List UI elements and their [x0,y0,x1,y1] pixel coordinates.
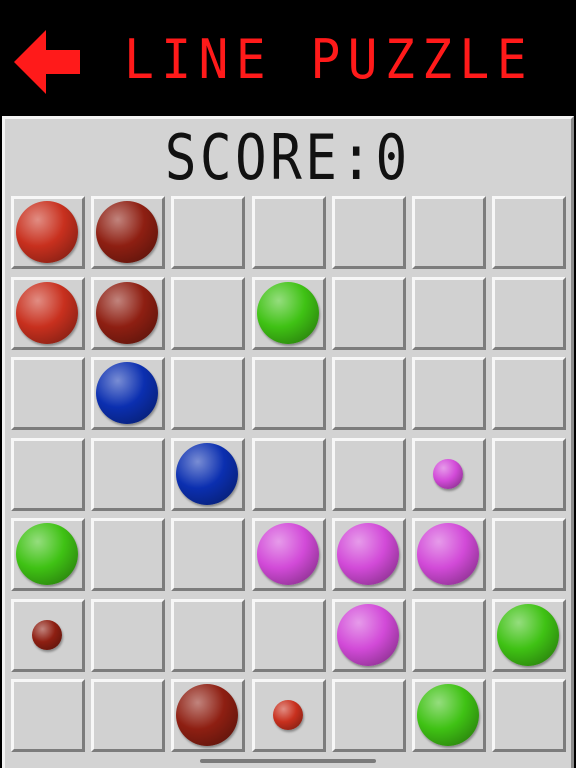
grid-cell-6-1[interactable] [91,679,165,752]
grid-cell-1-1[interactable] [91,277,165,350]
grid-cell-1-0[interactable] [11,277,85,350]
grid-cell-0-5[interactable] [412,196,486,269]
grid-cell-3-3[interactable] [252,438,326,511]
grid-cell-4-1[interactable] [91,518,165,591]
green-ball[interactable] [16,523,78,585]
grid-cell-2-3[interactable] [252,357,326,430]
grid-cell-4-5[interactable] [412,518,486,591]
grid-cell-4-6[interactable] [492,518,566,591]
score-text: SCORE:0 [165,120,411,194]
home-indicator [200,759,376,763]
grid-cell-4-3[interactable] [252,518,326,591]
darkred-ball[interactable] [96,282,158,344]
green-ball[interactable] [257,282,319,344]
grid-cell-6-3[interactable] [252,679,326,752]
grid-cell-0-1[interactable] [91,196,165,269]
grid-cell-6-4[interactable] [332,679,406,752]
grid-cell-0-2[interactable] [171,196,245,269]
grid-cell-1-5[interactable] [412,277,486,350]
darkred-ball[interactable] [176,684,238,746]
red-ball[interactable] [16,201,78,263]
grid-cell-6-2[interactable] [171,679,245,752]
grid-cell-1-2[interactable] [171,277,245,350]
purple-ball[interactable] [433,459,463,489]
blue-ball[interactable] [96,362,158,424]
grid-cell-5-2[interactable] [171,599,245,672]
grid-cell-0-6[interactable] [492,196,566,269]
grid-cell-3-1[interactable] [91,438,165,511]
grid-cell-2-1[interactable] [91,357,165,430]
header-bar: LINE PUZZLE [0,0,576,116]
grid-cell-2-4[interactable] [332,357,406,430]
grid-cell-1-3[interactable] [252,277,326,350]
grid-cell-3-4[interactable] [332,438,406,511]
grid-cell-0-4[interactable] [332,196,406,269]
purple-ball[interactable] [337,604,399,666]
green-ball[interactable] [417,684,479,746]
grid-cell-3-2[interactable] [171,438,245,511]
grid-cell-3-5[interactable] [412,438,486,511]
grid-cell-5-4[interactable] [332,599,406,672]
grid-cell-5-1[interactable] [91,599,165,672]
arrow-left-icon [14,30,80,94]
blue-ball[interactable] [176,443,238,505]
grid-cell-0-3[interactable] [252,196,326,269]
grid-cell-1-6[interactable] [492,277,566,350]
darkred-ball[interactable] [96,201,158,263]
purple-ball[interactable] [417,523,479,585]
red-ball[interactable] [16,282,78,344]
grid-cell-6-6[interactable] [492,679,566,752]
red-ball[interactable] [273,700,303,730]
grid-cell-2-0[interactable] [11,357,85,430]
grid-cell-2-2[interactable] [171,357,245,430]
grid-cell-3-6[interactable] [492,438,566,511]
page-title: LINE PUZZLE [124,28,534,91]
grid-cell-5-5[interactable] [412,599,486,672]
grid-cell-3-0[interactable] [11,438,85,511]
grid-cell-5-3[interactable] [252,599,326,672]
score-display: SCORE:0 [5,119,571,195]
purple-ball[interactable] [337,523,399,585]
grid-cell-5-6[interactable] [492,599,566,672]
green-ball[interactable] [497,604,559,666]
back-button[interactable] [14,30,80,94]
grid-cell-0-0[interactable] [11,196,85,269]
grid-cell-6-5[interactable] [412,679,486,752]
darkred-ball[interactable] [32,620,62,650]
grid-cell-4-0[interactable] [11,518,85,591]
grid-cell-4-4[interactable] [332,518,406,591]
grid-cell-1-4[interactable] [332,277,406,350]
purple-ball[interactable] [257,523,319,585]
grid-cell-2-6[interactable] [492,357,566,430]
grid-cell-4-2[interactable] [171,518,245,591]
grid-cell-6-0[interactable] [11,679,85,752]
grid-cell-2-5[interactable] [412,357,486,430]
game-board: SCORE:0 [2,116,574,768]
grid-cell-5-0[interactable] [11,599,85,672]
